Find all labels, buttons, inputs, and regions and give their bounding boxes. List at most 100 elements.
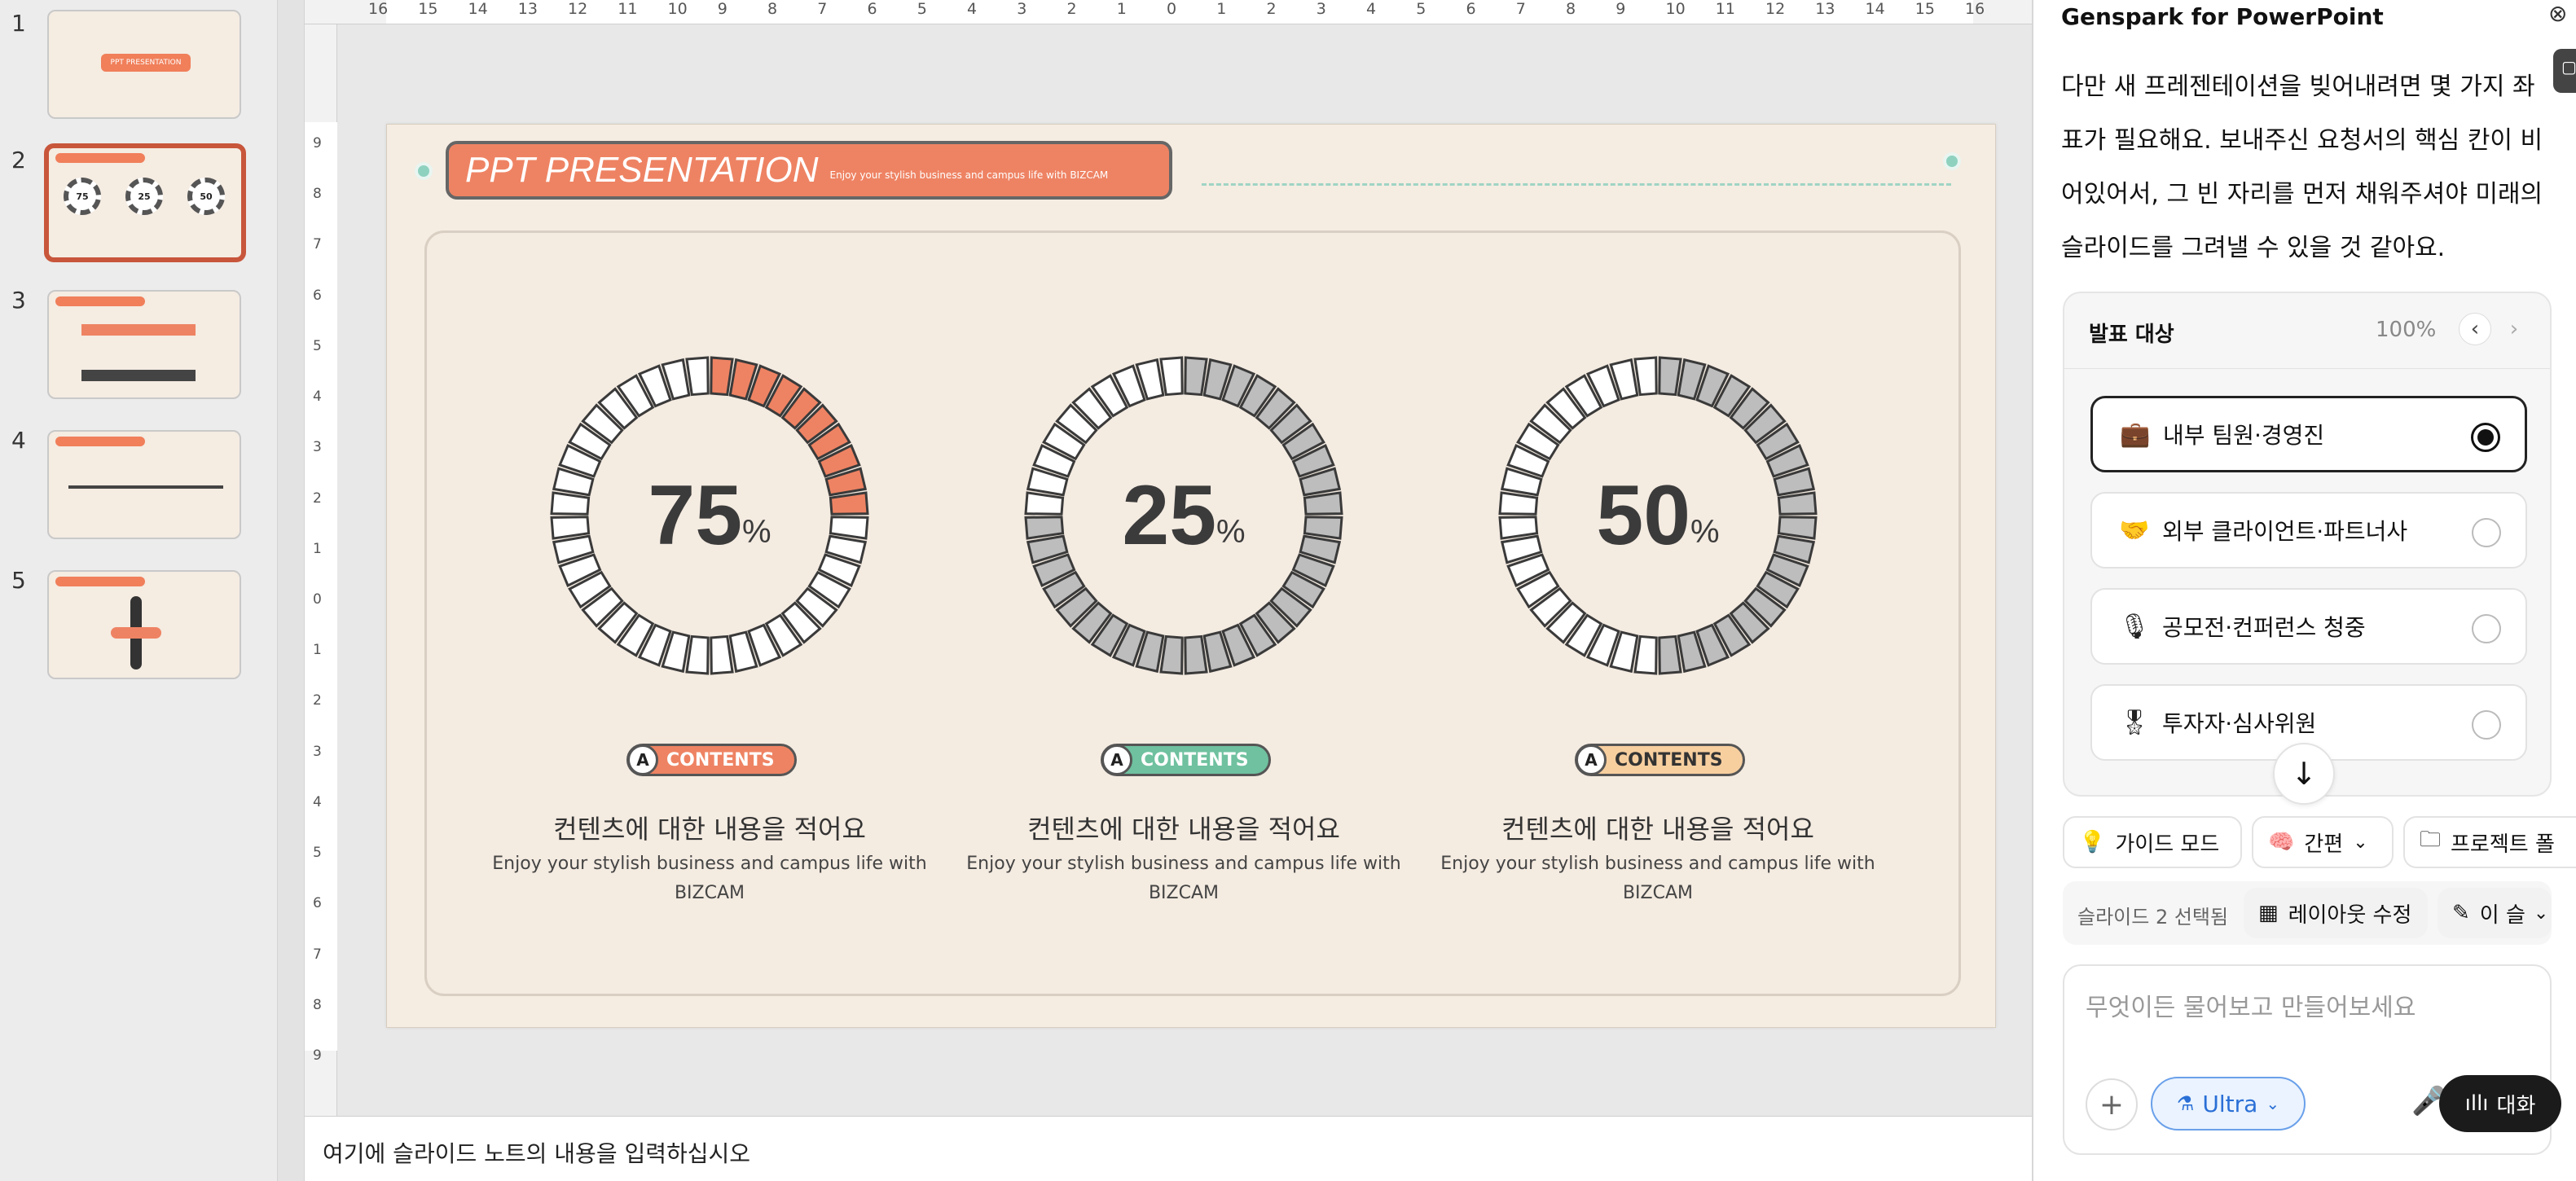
card-progress: 100% xyxy=(2376,318,2437,342)
voice-chat-button[interactable]: ıllı 대화 xyxy=(2439,1075,2561,1132)
thumb-number: 3 xyxy=(11,287,26,314)
thumb-graphic xyxy=(111,627,161,639)
slide-title-bar[interactable]: PPT PRESENTATION Enjoy your stylish busi… xyxy=(446,141,1172,200)
ruler-tick-label: 13 xyxy=(1815,0,1835,18)
chat-input-placeholder[interactable]: 무엇이든 물어보고 만들어보세요 xyxy=(2086,987,2416,1023)
slide-thumbnail-2[interactable]: 75 25 50 xyxy=(44,143,246,262)
guide-mode-button[interactable]: 💡 가이드 모드 xyxy=(2063,816,2242,868)
dashed-connector xyxy=(1202,183,1951,234)
image-edit-dropdown[interactable]: ✎ 이 슬 ⌄ xyxy=(2438,888,2552,938)
pill-badge: A xyxy=(1576,744,1607,775)
edit-layout-button[interactable]: ▦ 레이아웃 수정 xyxy=(2244,888,2428,938)
chevron-right-icon[interactable]: › xyxy=(2498,313,2530,345)
ruler-tick-label: 4 xyxy=(313,793,322,810)
ruler-tick-label: 3 xyxy=(1017,0,1027,18)
slide-thumbnail-4[interactable] xyxy=(47,430,241,539)
ruler-tick-label: 2 xyxy=(313,692,322,709)
side-tab-icon[interactable]: ▢ xyxy=(2553,49,2576,93)
thumb-timeline xyxy=(68,485,223,489)
slide-thumbnail-3[interactable] xyxy=(47,290,241,399)
gauge-1[interactable]: 75% xyxy=(547,353,873,678)
connector-dot xyxy=(1943,152,1961,170)
vertical-ruler: 9 8 7 6 5 4 3 2 1 0 1 2 3 4 5 6 7 8 9 xyxy=(305,24,337,1116)
ruler-tick-label: 10 xyxy=(1665,0,1686,18)
slide-title: PPT PRESENTATION xyxy=(465,150,819,190)
slide-2[interactable]: PPT PRESENTATION Enjoy your stylish busi… xyxy=(386,124,1996,1028)
thumb-title-bar xyxy=(55,437,145,446)
thumb-number: 2 xyxy=(11,147,26,173)
caption-title[interactable]: 컨텐츠에 대한 내용을 적어요 xyxy=(1430,809,1886,846)
ruler-tick-label: 5 xyxy=(313,845,322,862)
radio-unselected[interactable] xyxy=(2472,518,2501,547)
selection-bar: 슬라이드 2 선택됨 ▦ 레이아웃 수정 ✎ 이 슬 ⌄ xyxy=(2063,881,2552,945)
chip-label: 프로젝트 폴 xyxy=(2451,832,2555,857)
lightbulb-icon: 💡 xyxy=(2079,830,2106,854)
arrow-down-icon[interactable]: ↓ xyxy=(2273,743,2335,805)
close-icon[interactable]: ⊗ xyxy=(2548,0,2567,27)
contents-pill-3[interactable]: A CONTENTS xyxy=(1575,744,1745,776)
caption-title[interactable]: 컨텐츠에 대한 내용을 적어요 xyxy=(956,809,1412,846)
radio-unselected[interactable] xyxy=(2472,710,2501,740)
plus-icon[interactable]: + xyxy=(2086,1078,2138,1131)
gauge-3[interactable]: 50% xyxy=(1495,353,1821,678)
model-mode-dropdown[interactable]: ⚗ Ultra ⌄ xyxy=(2151,1077,2306,1131)
ruler-tick-label: 9 xyxy=(717,0,728,18)
assistant-message: 다만 새 프레젠테이션을 빚어내려면 몇 가지 좌표가 필요해요. 보내주신 요… xyxy=(2061,72,2543,262)
ruler-tick-label: 0 xyxy=(1167,0,1177,18)
option-conference[interactable]: 🎙 공모전·컨퍼런스 청중 xyxy=(2090,588,2527,665)
waveform-icon: ıllı xyxy=(2464,1091,2489,1116)
gauge-value: 75% xyxy=(648,468,771,563)
ruler-tick-label: 2 xyxy=(313,490,322,507)
ruler-tick-label: 4 xyxy=(967,0,978,18)
chip-label: 레이아웃 수정 xyxy=(2288,902,2412,928)
folder-icon: 🗀 xyxy=(2420,828,2442,852)
chevron-left-icon[interactable]: ‹ xyxy=(2459,313,2491,345)
option-external-client[interactable]: 🤝 외부 클라이언트·파트너사 xyxy=(2090,492,2527,569)
brief-mode-dropdown[interactable]: 🧠 간편 ⌄ xyxy=(2252,816,2394,868)
briefcase-icon: 💼 xyxy=(2120,419,2151,449)
mode-label: Ultra xyxy=(2202,1090,2258,1117)
ruler-tick-label: 14 xyxy=(468,0,488,18)
contents-pill-1[interactable]: A CONTENTS xyxy=(626,744,797,776)
caption-body[interactable]: Enjoy your stylish business and campus l… xyxy=(1430,850,1886,908)
chip-label: 가이드 모드 xyxy=(2115,832,2220,857)
slide-thumbnail-1[interactable]: PPT PRESENTATION xyxy=(47,10,241,119)
pill-label: CONTENTS xyxy=(666,749,775,771)
thumb-title-bar xyxy=(55,577,145,586)
caption-body[interactable]: Enjoy your stylish business and campus l… xyxy=(956,850,1412,908)
project-folder-button[interactable]: 🗀 프로젝트 폴 xyxy=(2403,816,2576,868)
ruler-tick-label: 2 xyxy=(1066,0,1077,18)
option-internal-team[interactable]: 💼 내부 팀원·경영진 xyxy=(2090,396,2527,472)
ruler-tick-label: 8 xyxy=(313,996,322,1013)
thumb-title: PPT PRESENTATION xyxy=(101,54,191,72)
chevron-down-icon: ⌄ xyxy=(2353,832,2368,853)
chat-input-box[interactable]: 무엇이든 물어보고 만들어보세요 + ⚗ Ultra ⌄ 🎤 ıllı 대화 xyxy=(2063,964,2561,1155)
thumb-gauge: 75 xyxy=(64,178,101,215)
ruler-tick-label: 16 xyxy=(1965,0,1985,18)
ruler-tick-label: 0 xyxy=(313,591,322,608)
gauge-2[interactable]: 25% xyxy=(1021,353,1347,678)
slide-notes-input[interactable]: 여기에 슬라이드 노트의 내용을 입력하십시오 xyxy=(305,1116,2032,1181)
radio-unselected[interactable] xyxy=(2472,614,2501,643)
talk-label: 대화 xyxy=(2496,1093,2536,1118)
radio-selected[interactable] xyxy=(2471,423,2500,452)
thumb-title-bar xyxy=(55,153,145,163)
ruler-tick-label: 7 xyxy=(313,236,322,253)
genspark-panel: Genspark for PowerPoint ⊗ ▢ 다만 새 프레젠테이션을… xyxy=(2032,0,2576,1181)
ruler-tick-label: 9 xyxy=(313,135,322,151)
caption-title[interactable]: 컨텐츠에 대한 내용을 적어요 xyxy=(481,809,938,846)
ruler-tick-label: 16 xyxy=(368,0,389,18)
caption-body[interactable]: Enjoy your stylish business and campus l… xyxy=(481,850,938,908)
ruler-tick-label: 6 xyxy=(1466,0,1476,18)
contents-pill-2[interactable]: A CONTENTS xyxy=(1101,744,1271,776)
ruler-tick-label: 6 xyxy=(313,287,322,304)
ruler-tick-label: 1 xyxy=(313,540,322,557)
panel-title: Genspark for PowerPoint xyxy=(2061,3,2384,30)
ruler-tick-label: 1 xyxy=(1116,0,1127,18)
pane-divider[interactable] xyxy=(277,0,305,1181)
ruler-tick-label: 3 xyxy=(1316,0,1326,18)
slide-thumbnail-5[interactable] xyxy=(47,570,241,679)
ruler-tick-label: 5 xyxy=(1416,0,1426,18)
ruler-tick-label: 7 xyxy=(817,0,828,18)
ruler-tick-label: 11 xyxy=(1715,0,1735,18)
